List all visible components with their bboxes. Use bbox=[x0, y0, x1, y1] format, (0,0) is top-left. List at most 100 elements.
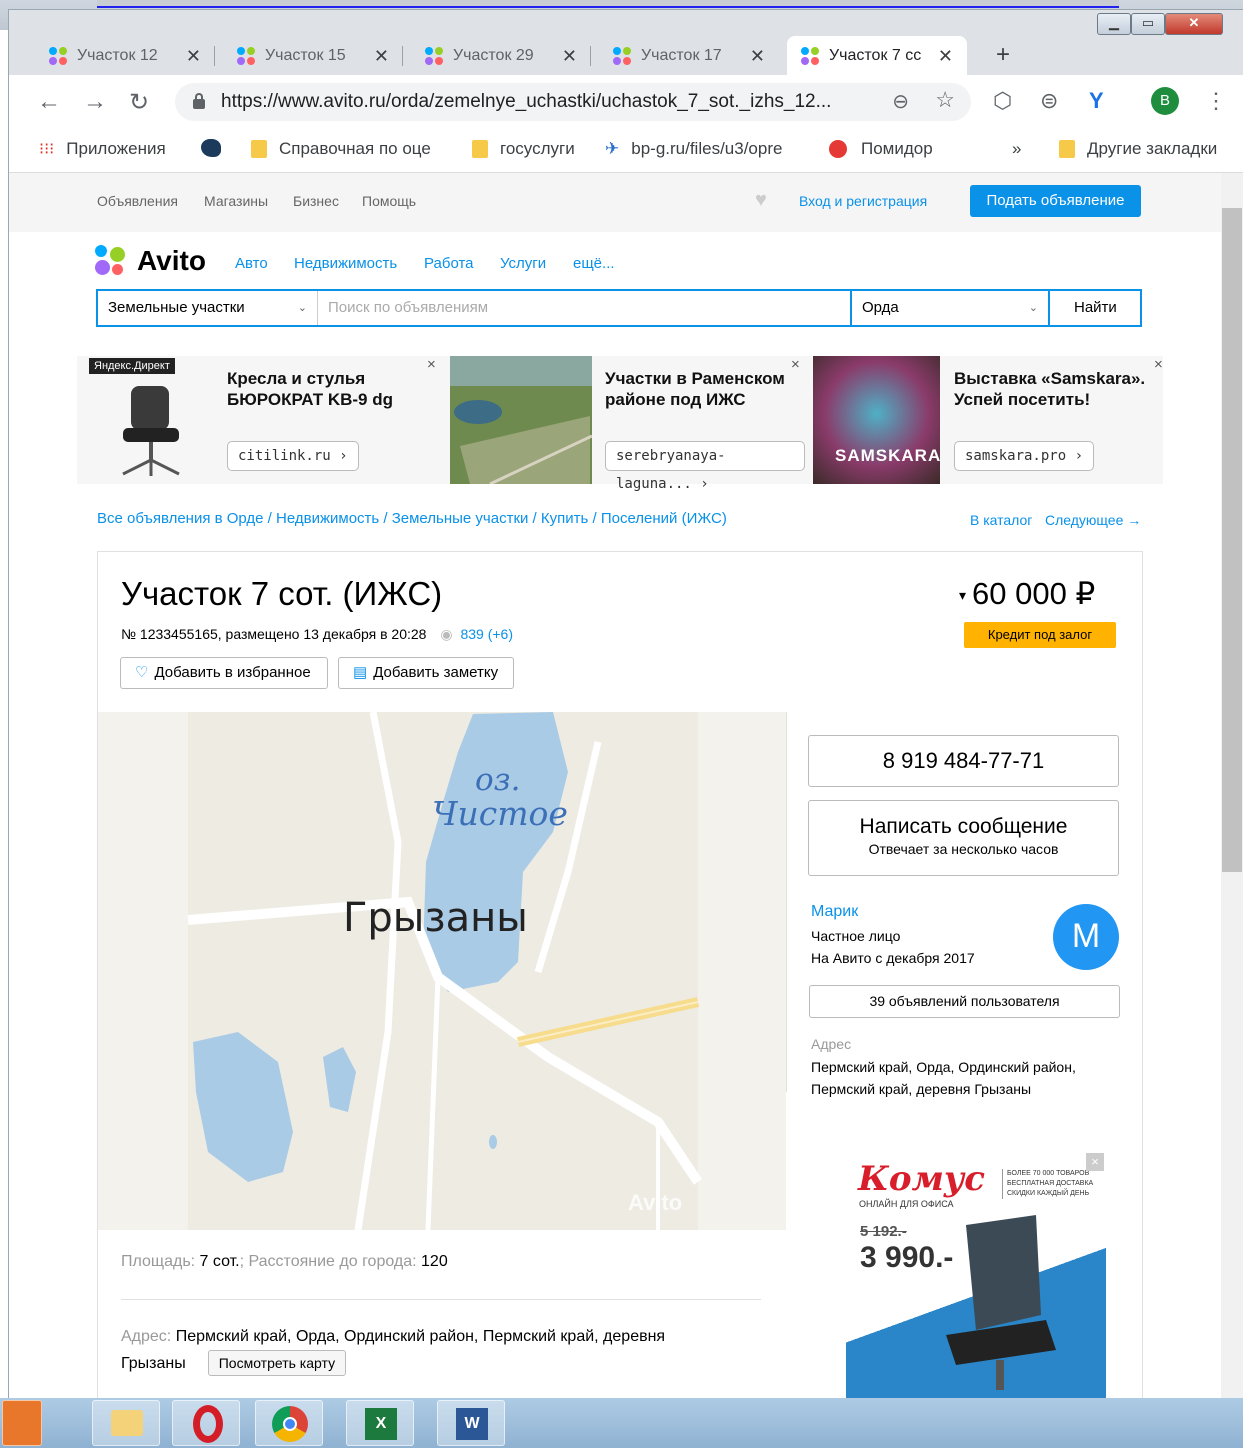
link-biznes[interactable]: Бизнес bbox=[293, 193, 339, 209]
minimize-button[interactable]: ▁ bbox=[1097, 13, 1131, 35]
lock-icon bbox=[193, 93, 205, 109]
ad-close-icon[interactable]: × bbox=[1154, 356, 1163, 373]
bookmark-gosuslugi[interactable]: госуслуги bbox=[472, 139, 575, 159]
tab-close-icon[interactable]: ✕ bbox=[562, 46, 577, 67]
login-link[interactable]: Вход и регистрация bbox=[799, 193, 927, 209]
cat-auto[interactable]: Авто bbox=[235, 255, 268, 272]
cat-services[interactable]: Услуги bbox=[500, 255, 546, 272]
media-player-icon[interactable] bbox=[2, 1400, 42, 1446]
file-explorer-icon[interactable] bbox=[92, 1400, 160, 1446]
tab-close-icon[interactable]: ✕ bbox=[186, 46, 201, 67]
ad-samskara[interactable]: SAMSKARA Выставка «Samskara». Успей посе… bbox=[813, 356, 1163, 484]
url-field[interactable]: https://www.avito.ru/orda/zemelnye_uchas… bbox=[175, 83, 971, 121]
next-listing-link[interactable]: Следующее → bbox=[1045, 512, 1141, 528]
menu-dots-icon[interactable]: ⋮ bbox=[1205, 88, 1227, 114]
add-favorite-button[interactable]: ♡ Добавить в избранное bbox=[120, 657, 328, 689]
tab-2[interactable]: Участок 15 ✕ bbox=[223, 36, 403, 76]
bookmark-other[interactable]: Другие закладки bbox=[1059, 139, 1217, 159]
show-map-button[interactable]: Посмотреть карту bbox=[207, 1350, 347, 1376]
ad-chairs[interactable]: Яндекс.Директ Кресла и стулья БЮРОКРАТ K… bbox=[77, 356, 437, 484]
link-pomosch[interactable]: Помощь bbox=[362, 193, 416, 209]
utility-bar: Объявления Магазины Бизнес Помощь ♥ Вход… bbox=[9, 173, 1221, 232]
extension-sync-icon[interactable]: ⊜ bbox=[1040, 88, 1058, 114]
tab-1[interactable]: Участок 12 ✕ bbox=[35, 36, 215, 76]
search-input[interactable]: Поиск по объявлениям bbox=[318, 291, 850, 325]
ad-title: Участки в Раменском районе под ИЖС bbox=[605, 369, 785, 409]
blurred-background-window bbox=[97, 0, 1119, 8]
bookmark-spravochnaya[interactable]: Справочная по оце bbox=[251, 139, 431, 159]
tab-active[interactable]: Участок 7 сс ✕ bbox=[787, 36, 967, 76]
bookmark-bp-g[interactable]: ✈ bp-g.ru/files/u3/opre bbox=[605, 139, 782, 159]
extension-icon[interactable]: ⬡ bbox=[993, 88, 1012, 114]
avatar[interactable]: М bbox=[1053, 904, 1119, 970]
maximize-button[interactable]: ▭ bbox=[1131, 13, 1165, 35]
ad-close-icon[interactable]: × bbox=[427, 356, 436, 373]
back-arrow-icon[interactable]: ← bbox=[37, 88, 61, 116]
forward-arrow-icon[interactable]: → bbox=[83, 88, 107, 116]
url-text: https://www.avito.ru/orda/zemelnye_uchas… bbox=[221, 91, 832, 112]
tab-3[interactable]: Участок 29 ✕ bbox=[411, 36, 591, 76]
tab-4[interactable]: Участок 17 ✕ bbox=[599, 36, 779, 76]
credit-button[interactable]: Кредит под залог bbox=[964, 622, 1116, 648]
location-select[interactable]: Орда ⌄ bbox=[850, 291, 1048, 325]
banner-sub: ОНЛАЙН ДЛЯ ОФИСА bbox=[859, 1199, 954, 1209]
to-catalog-link[interactable]: В каталог bbox=[970, 512, 1032, 528]
tab-close-icon[interactable]: ✕ bbox=[374, 46, 389, 67]
zoom-icon[interactable]: ⊖ bbox=[892, 89, 909, 114]
price[interactable]: ▾ 60 000 ₽ bbox=[959, 576, 1095, 612]
ad-title: Выставка «Samskara». Успей посетить! bbox=[954, 369, 1146, 409]
scrollbar-thumb[interactable] bbox=[1222, 208, 1242, 872]
tab-close-icon[interactable]: ✕ bbox=[750, 46, 765, 67]
cat-realty[interactable]: Недвижимость bbox=[294, 255, 397, 272]
ad-close-icon[interactable]: × bbox=[791, 356, 800, 373]
cat-jobs[interactable]: Работа bbox=[424, 255, 474, 272]
reload-icon[interactable]: ↻ bbox=[129, 88, 149, 117]
seller-name[interactable]: Марик bbox=[811, 903, 858, 921]
search-button[interactable]: Найти bbox=[1048, 291, 1140, 325]
new-tab-button[interactable]: + bbox=[987, 40, 1019, 72]
cat-more[interactable]: ещё... bbox=[573, 255, 615, 272]
bookmark-pomidor[interactable]: Помидор bbox=[829, 139, 933, 159]
address-bar-row: ← → ↻ https://www.avito.ru/orda/zemelnye… bbox=[9, 75, 1243, 127]
params-line: Площадь: 7 сот.; Расстояние до города: 1… bbox=[121, 1253, 448, 1270]
window-close-button[interactable]: ✕ bbox=[1165, 13, 1223, 35]
avito-logo[interactable]: Avito bbox=[95, 245, 206, 277]
link-magaziny[interactable]: Магазины bbox=[204, 193, 268, 209]
chrome-icon[interactable] bbox=[255, 1400, 323, 1446]
add-note-button[interactable]: ▤ Добавить заметку bbox=[338, 657, 514, 689]
views-count[interactable]: 839 (+6) bbox=[460, 626, 513, 642]
link-obyavleniya[interactable]: Объявления bbox=[97, 193, 178, 209]
bookmarks-overflow-button[interactable]: » bbox=[1012, 139, 1021, 159]
star-bookmark-icon[interactable]: ☆ bbox=[935, 87, 955, 113]
divider bbox=[121, 1299, 761, 1300]
bookmark-apps[interactable]: ⁝⁝⁝ Приложения bbox=[39, 139, 166, 159]
category-select[interactable]: Земельные участки ⌄ bbox=[98, 291, 318, 325]
user-ads-button[interactable]: 39 объявлений пользователя bbox=[809, 985, 1120, 1018]
ad-link[interactable]: samskara.pro › bbox=[954, 441, 1095, 471]
bookmark-bird[interactable] bbox=[201, 139, 221, 157]
tab-close-icon[interactable]: ✕ bbox=[938, 46, 953, 67]
ad-close-icon[interactable]: × bbox=[1086, 1153, 1104, 1171]
address-label: Адрес bbox=[811, 1036, 852, 1052]
ad-ramenskoe[interactable]: Участки в Раменском районе под ИЖС sereb… bbox=[450, 356, 805, 492]
opera-icon[interactable] bbox=[172, 1400, 240, 1446]
write-message-button[interactable]: Написать сообщение Отвечает за несколько… bbox=[808, 800, 1119, 876]
breadcrumb[interactable]: Все объявления в Орде / Недвижимость / З… bbox=[97, 510, 727, 527]
seller-since: На Авито с декабря 2017 bbox=[811, 950, 975, 966]
word-icon[interactable]: W bbox=[437, 1400, 505, 1446]
phone-button[interactable]: 8 919 484-77-71 bbox=[808, 735, 1119, 787]
maximize-icon: ▭ bbox=[1141, 15, 1155, 30]
submit-ad-button[interactable]: Подать объявление bbox=[970, 185, 1141, 217]
avito-favicon-icon bbox=[801, 46, 821, 66]
ad-link[interactable]: serebryanaya-laguna... › bbox=[605, 441, 805, 492]
chevron-down-icon: ⌄ bbox=[297, 302, 307, 314]
map[interactable]: оз. Чистое Грызаны Avito bbox=[98, 712, 786, 1230]
excel-icon[interactable]: X bbox=[346, 1400, 414, 1446]
avito-favicon-icon bbox=[613, 46, 633, 66]
extension-y-icon[interactable]: Y bbox=[1089, 88, 1104, 114]
minimize-icon: ▁ bbox=[1109, 15, 1119, 30]
heart-favorites-icon[interactable]: ♥ bbox=[755, 189, 767, 212]
komus-banner-ad[interactable]: Комус ОНЛАЙН ДЛЯ ОФИСА БОЛЕЕ 70 000 ТОВА… bbox=[846, 1153, 1106, 1400]
profile-avatar[interactable]: B bbox=[1151, 87, 1179, 115]
ad-link[interactable]: citilink.ru › bbox=[227, 441, 359, 471]
